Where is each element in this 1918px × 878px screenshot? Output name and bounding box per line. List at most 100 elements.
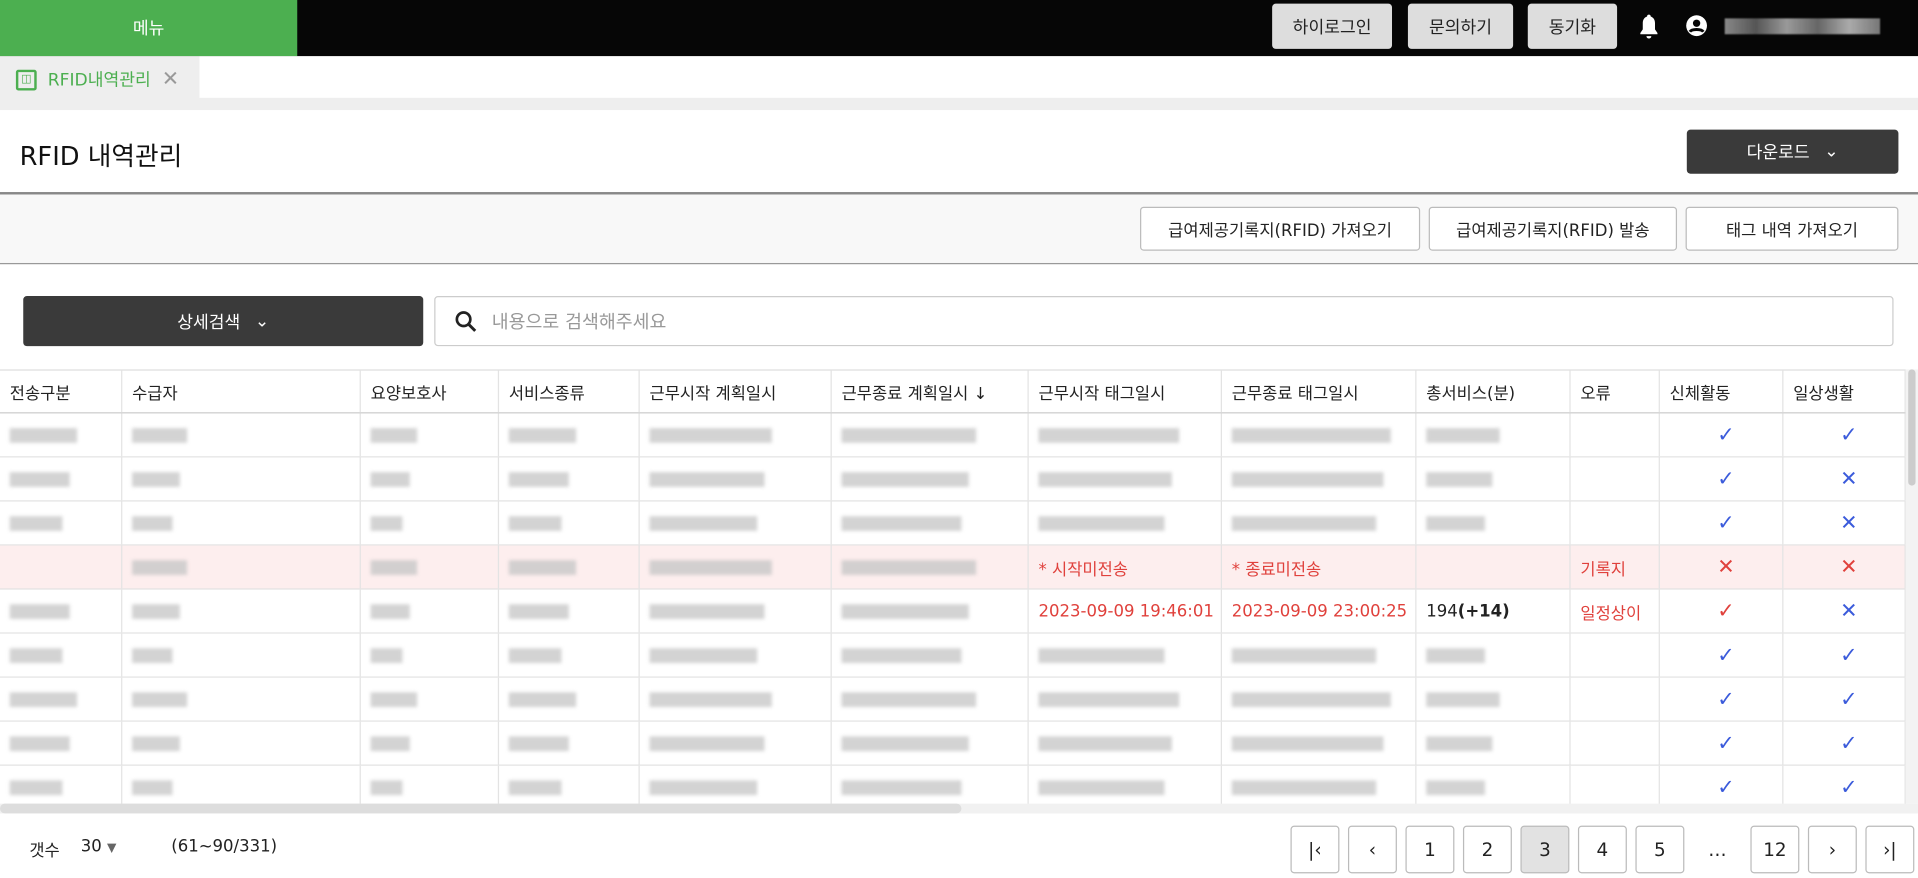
send-record-button[interactable]: 급여제공기록지(RFID) 발송 <box>1428 206 1678 251</box>
table-row[interactable]: ✓ ✕ <box>0 457 1906 502</box>
cross-icon: ✕ <box>1840 554 1858 580</box>
blurred-content <box>9 515 63 531</box>
table-row[interactable]: ✓ ✓ <box>0 721 1906 766</box>
blurred-content <box>1231 735 1384 751</box>
header-error[interactable]: 오류 <box>1571 370 1660 413</box>
table-row[interactable]: * 시작미전송 * 종료미전송 기록지 ✕ ✕ <box>0 545 1906 590</box>
hiro-login-button[interactable]: 하이로그인 <box>1272 3 1393 49</box>
blurred-content <box>841 691 977 707</box>
first-page-icon: |‹ <box>1308 838 1322 861</box>
blurred-content <box>1231 515 1377 531</box>
blurred-content <box>132 515 173 531</box>
page-ellipsis: … <box>1692 825 1742 874</box>
tag-end-value: 2023-09-09 23:00:25 <box>1231 601 1408 621</box>
search-box[interactable] <box>434 296 1894 347</box>
blurred-content <box>370 691 418 707</box>
header-body-activity[interactable]: 신체활동 <box>1660 370 1784 413</box>
sync-button[interactable]: 동기화 <box>1527 3 1618 49</box>
header-tag-start[interactable]: 근무시작 태그일시 <box>1029 370 1222 413</box>
blurred-content <box>132 691 188 707</box>
blurred-content <box>508 559 577 575</box>
blurred-content <box>132 779 173 795</box>
blurred-content <box>9 647 63 663</box>
blurred-content <box>649 471 765 487</box>
horizontal-scrollbar[interactable] <box>0 803 1918 814</box>
inquiry-button[interactable]: 문의하기 <box>1407 3 1514 49</box>
table-row[interactable]: 2023-09-09 19:46:01 2023-09-09 23:00:25 19… <box>0 589 1906 634</box>
detail-search-button[interactable]: 상세검색 ⌄ <box>23 296 424 347</box>
page-button-5[interactable]: 5 <box>1635 825 1685 874</box>
header-tag-end[interactable]: 근무종료 태그일시 <box>1222 370 1417 413</box>
import-record-button[interactable]: 급여제공기록지(RFID) 가져오기 <box>1140 206 1421 251</box>
chevron-down-icon: ⌄ <box>254 311 270 331</box>
search-icon <box>455 310 477 332</box>
header-transfer-type[interactable]: 전송구분 <box>0 370 123 413</box>
blurred-content <box>370 779 403 795</box>
blurred-content <box>841 735 969 751</box>
next-page-button[interactable]: › <box>1807 825 1857 874</box>
header-total-service[interactable]: 총서비스(분) <box>1416 370 1571 413</box>
blurred-content <box>9 779 63 795</box>
blurred-content <box>132 735 180 751</box>
tag-start-value: * 시작미전송 <box>1038 559 1128 580</box>
check-icon: ✓ <box>1717 686 1735 712</box>
bell-icon[interactable] <box>1638 13 1660 40</box>
tab-rfid[interactable]: ◫ RFID내역관리 ✕ <box>0 56 200 103</box>
import-tag-button[interactable]: 태그 내역 가져오기 <box>1685 206 1899 251</box>
page-button-1[interactable]: 1 <box>1405 825 1455 874</box>
close-icon[interactable]: ✕ <box>162 67 179 91</box>
header-caregiver[interactable]: 요양보호사 <box>361 370 500 413</box>
header-plan-end[interactable]: 근무종료 계획일시 ↓ <box>832 370 1029 413</box>
blurred-content <box>1038 647 1165 663</box>
vertical-scrollbar[interactable] <box>1905 369 1918 804</box>
blurred-content <box>132 647 173 663</box>
header-daily-life[interactable]: 일상생활 <box>1783 370 1906 413</box>
blurred-content <box>1038 427 1180 443</box>
blurred-content <box>649 427 772 443</box>
error-value: 기록지 <box>1580 559 1626 580</box>
rfid-icon: ◫ <box>15 69 37 90</box>
header-service-type[interactable]: 서비스종류 <box>499 370 640 413</box>
table-row[interactable]: ✓ ✓ <box>0 413 1906 458</box>
table-row[interactable]: ✓ ✓ <box>0 633 1906 678</box>
cross-icon: ✕ <box>1840 466 1858 492</box>
download-button[interactable]: 다운로드 ⌄ <box>1686 129 1899 174</box>
blurred-content <box>1231 779 1377 795</box>
table-row[interactable]: ✓ ✓ <box>0 677 1906 722</box>
check-icon: ✓ <box>1717 422 1735 448</box>
blurred-content <box>9 427 78 443</box>
first-page-button[interactable]: |‹ <box>1290 825 1340 874</box>
blurred-content <box>370 735 410 751</box>
check-icon: ✓ <box>1717 730 1735 756</box>
header-recipient[interactable]: 수급자 <box>122 370 361 413</box>
page-button-4[interactable]: 4 <box>1577 825 1627 874</box>
user-avatar-icon[interactable] <box>1686 15 1708 37</box>
last-page-button[interactable]: ›| <box>1865 825 1915 874</box>
menu-button[interactable]: 메뉴 <box>0 0 298 57</box>
range-text: (61~90/331) <box>171 836 278 857</box>
cross-icon: ✕ <box>1840 510 1858 536</box>
page-size-select[interactable]: 30 ▼ <box>81 837 117 857</box>
blurred-content <box>649 559 772 575</box>
check-icon: ✓ <box>1840 774 1858 800</box>
blurred-content <box>9 603 70 619</box>
header-plan-start[interactable]: 근무시작 계획일시 <box>640 370 832 413</box>
table-row[interactable]: ✓ ✕ <box>0 501 1906 546</box>
check-icon: ✓ <box>1840 730 1858 756</box>
blurred-content <box>649 735 765 751</box>
prev-page-button[interactable]: ‹ <box>1347 825 1397 874</box>
tab-label: RFID내역관리 <box>47 70 151 91</box>
blurred-content <box>508 691 577 707</box>
page-button-2[interactable]: 2 <box>1462 825 1512 874</box>
blurred-content <box>1426 515 1485 531</box>
blurred-content <box>370 471 410 487</box>
tag-end-value: * 종료미전송 <box>1231 559 1322 580</box>
page-button-3[interactable]: 3 <box>1520 825 1570 874</box>
caret-down-icon: ▼ <box>107 841 117 856</box>
search-input[interactable] <box>491 310 1593 333</box>
page-button-12[interactable]: 12 <box>1750 825 1800 874</box>
blurred-content <box>1426 427 1500 443</box>
next-page-icon: › <box>1828 838 1837 861</box>
tag-start-value: 2023-09-09 19:46:01 <box>1038 601 1214 621</box>
footer: 갯수 30 ▼ (61~90/331) |‹ ‹ 1 2 3 4 5… 12 › ›| <box>0 813 1918 878</box>
